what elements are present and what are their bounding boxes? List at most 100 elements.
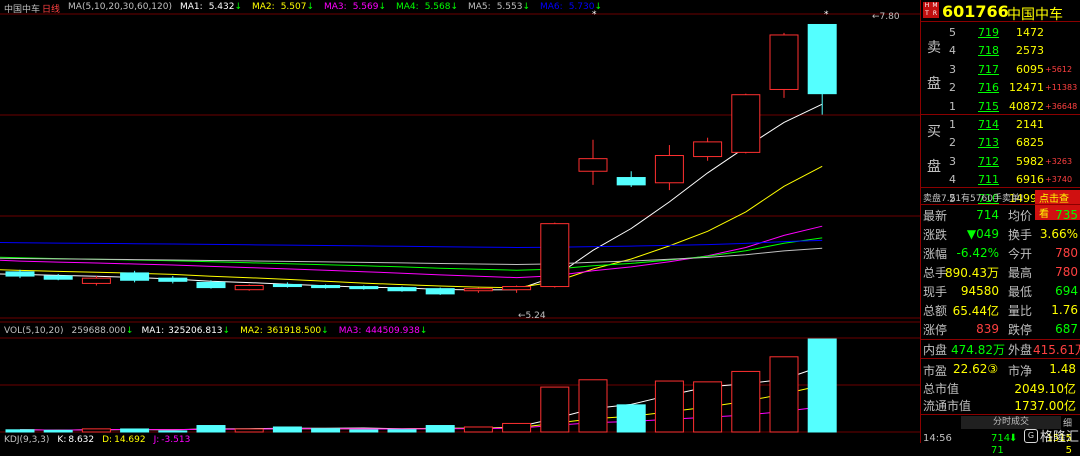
quote-panel: H M T R 601766 中国中车 卖 盘 5 719 1472 4 718 2573… [921, 0, 1080, 456]
order-volume: 6825 [1016, 136, 1044, 149]
volume-ma-legend-item: MA3: 444509.938↓ [339, 326, 428, 336]
ma-legend-value: 5.432 [208, 2, 235, 12]
buys-order-row[interactable]: 4 711 6916 +3740 [921, 171, 1080, 189]
stat-label: 最高 [1008, 265, 1033, 280]
candle-body [311, 285, 341, 289]
volume-ma-arrow: ↓ [419, 326, 428, 336]
star-marker: * [592, 10, 597, 20]
volume-bar [807, 338, 837, 433]
pe-value: 22.62③ [953, 362, 999, 376]
ma-line [0, 225, 823, 279]
stat-value: ▼049 [966, 227, 999, 241]
divider [921, 414, 1080, 415]
stat-row: 涨跌 ▼049 换手 3.66% [921, 225, 1080, 243]
volume-ma-label: MA2: [240, 326, 263, 336]
order-volume: 1472 [1016, 25, 1044, 39]
tick-price: 714 [991, 432, 1011, 444]
fmcap-value: 1737.00亿 [1014, 399, 1076, 413]
candle-body [81, 277, 111, 284]
ma-legend-item: MA3: 5.569↓ [324, 2, 386, 15]
order-price: 717 [978, 62, 999, 76]
ma-legend-value: 5.568 [424, 2, 451, 12]
candle-body [120, 272, 150, 281]
inner-value: 474.82万 [951, 343, 1005, 357]
pb-value: 1.48 [1049, 362, 1076, 376]
tick-row: 71 5 [921, 444, 1080, 456]
candle-body [463, 288, 493, 292]
volume-ma-label: MA3: [338, 326, 362, 336]
volume-bar [234, 428, 264, 433]
divider [921, 339, 1080, 340]
candle-body [654, 155, 684, 184]
buys-order-row[interactable]: 3 712 5982 +3263 [921, 152, 1080, 170]
tag-r: R [931, 10, 939, 18]
stat-label: 总手 [923, 265, 948, 280]
ma-line [0, 239, 823, 249]
kline-chart-area[interactable]: 中国中车 日线 MA(5,10,20,30,60,120) MA1: 5.432↓… [0, 0, 921, 445]
candle-body [43, 275, 73, 280]
sells-order-row[interactable]: 4 718 2573 [921, 42, 1080, 60]
order-volume: 6095 [1016, 62, 1044, 76]
kdj-legend: KDJ(9,3,3) K: 8.632 D: 14.692 J: -3.513 [4, 435, 190, 445]
ma-legend-label: MA4: [396, 2, 419, 12]
stat-value: -6.42% [956, 246, 999, 260]
ma-legend-item: MA1: 5.432↓ [180, 2, 242, 15]
moving-average-lines [0, 103, 823, 291]
order-price: 715 [978, 99, 999, 113]
buys-order-row[interactable]: 2 713 6825 [921, 134, 1080, 152]
tag-t: T [923, 10, 931, 18]
sells-order-row[interactable]: 2 716 12471 +11383 [921, 79, 1080, 97]
stat-value: 839 [976, 322, 999, 336]
volume-ma-value: 325206.813 [168, 326, 223, 336]
volume-bar [463, 426, 493, 433]
stat-label: 换手 [1008, 227, 1033, 242]
stat-value: 780 [1055, 246, 1078, 260]
volume-bar [272, 426, 302, 433]
volume-bar [654, 380, 684, 433]
order-level: 4 [949, 44, 956, 57]
order-price: 716 [978, 81, 999, 94]
market-tags: H M T R [923, 2, 939, 18]
stat-value: 780 [1055, 265, 1078, 279]
stat-row: 涨停 839 跌停 687 [921, 320, 1080, 338]
candle-body [349, 286, 379, 290]
ma-legend-label: MA5: [468, 2, 491, 12]
candles [5, 23, 837, 295]
volume-params: VOL(5,10,20) [4, 326, 64, 336]
order-change: +3263 [1045, 156, 1073, 166]
ma-legend-item: MA5: 5.553↓ [468, 2, 530, 15]
sells-order-row[interactable]: 3 717 6095 +5612 [921, 60, 1080, 78]
sell-notice[interactable]: 卖盘7.21有5760手卖单! [923, 191, 1024, 204]
ma-legend-label: MA1: [180, 2, 203, 12]
watermark: G 格隆汇 [1024, 426, 1079, 445]
kdj-j: -3.513 [161, 435, 191, 445]
ma-legend-item: MA4: 5.568↓ [396, 2, 458, 15]
divider [921, 204, 1080, 205]
sells-order-row[interactable]: 5 719 1472 [921, 23, 1080, 41]
stock-code[interactable]: 601766 [942, 2, 1009, 21]
order-change: +5612 [1045, 64, 1073, 74]
watermark-logo-icon: G [1024, 428, 1038, 443]
kline-chart[interactable] [0, 0, 920, 443]
stat-label: 量比 [1008, 303, 1033, 318]
order-level: 4 [949, 173, 956, 186]
volume-bar [43, 429, 73, 433]
ma-legend-item: MA2: 5.507↓ [252, 2, 314, 15]
ma-legend-label: MA2: [252, 2, 275, 12]
order-level: 3 [949, 62, 956, 76]
stat-label: 跌停 [1008, 322, 1033, 337]
sells-order-row[interactable]: 1 715 40872 +36648 [921, 97, 1080, 115]
candle-body [425, 288, 455, 295]
ma-legend-value: 5.569 [352, 2, 379, 12]
candle-body [693, 141, 723, 158]
volume-ma-label: MA1: [141, 326, 165, 336]
inner-label: 内盘 [923, 343, 948, 357]
order-volume: 2573 [1016, 44, 1044, 57]
volume-ma-legend-item: MA1: 325206.813↓ [141, 326, 230, 336]
stat-value: 890.43万 [945, 265, 999, 280]
ma-legend-arrow: ↓ [378, 2, 386, 12]
stat-label: 最新 [923, 208, 948, 223]
period-label[interactable]: 日线 [42, 2, 60, 15]
buys-order-row[interactable]: 1 714 2141 [921, 115, 1080, 133]
stat-row: 总手 890.43万 最高 780 [921, 263, 1080, 281]
